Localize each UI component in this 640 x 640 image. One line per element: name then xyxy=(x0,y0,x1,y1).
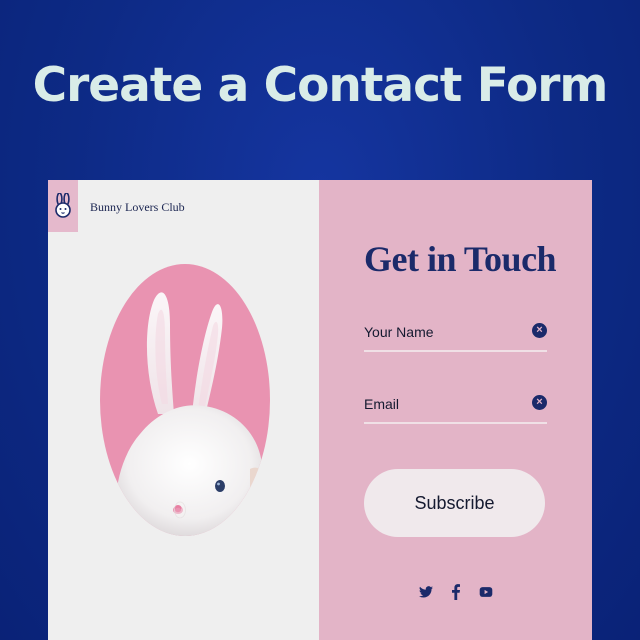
subscribe-button[interactable]: Subscribe xyxy=(364,469,545,537)
clear-icon[interactable]: × xyxy=(532,323,547,338)
bunny-icon xyxy=(55,193,71,218)
contact-form-mockup: Bunny Lovers Club Get in Touch Your Name… xyxy=(48,180,592,640)
brand-name[interactable]: Bunny Lovers Club xyxy=(90,200,185,215)
name-field[interactable]: Your Name × xyxy=(364,316,547,352)
stage: Create a Contact Form Bunny Lovers Club xyxy=(0,0,640,640)
email-field-label: Email xyxy=(364,396,400,412)
youtube-icon[interactable] xyxy=(479,584,493,600)
logo[interactable] xyxy=(48,180,78,232)
email-field[interactable]: Email × xyxy=(364,388,547,424)
right-panel: Get in Touch Your Name × Email × Subscri… xyxy=(319,180,592,640)
bunny-photo xyxy=(100,264,270,536)
form-title: Get in Touch xyxy=(364,239,557,279)
twitter-icon[interactable] xyxy=(419,584,433,600)
name-field-label: Your Name xyxy=(364,324,434,340)
left-panel: Bunny Lovers Club xyxy=(48,180,319,640)
facebook-icon[interactable] xyxy=(449,584,463,600)
clear-icon[interactable]: × xyxy=(532,395,547,410)
social-links xyxy=(419,584,493,600)
headline: Create a Contact Form xyxy=(32,58,609,113)
